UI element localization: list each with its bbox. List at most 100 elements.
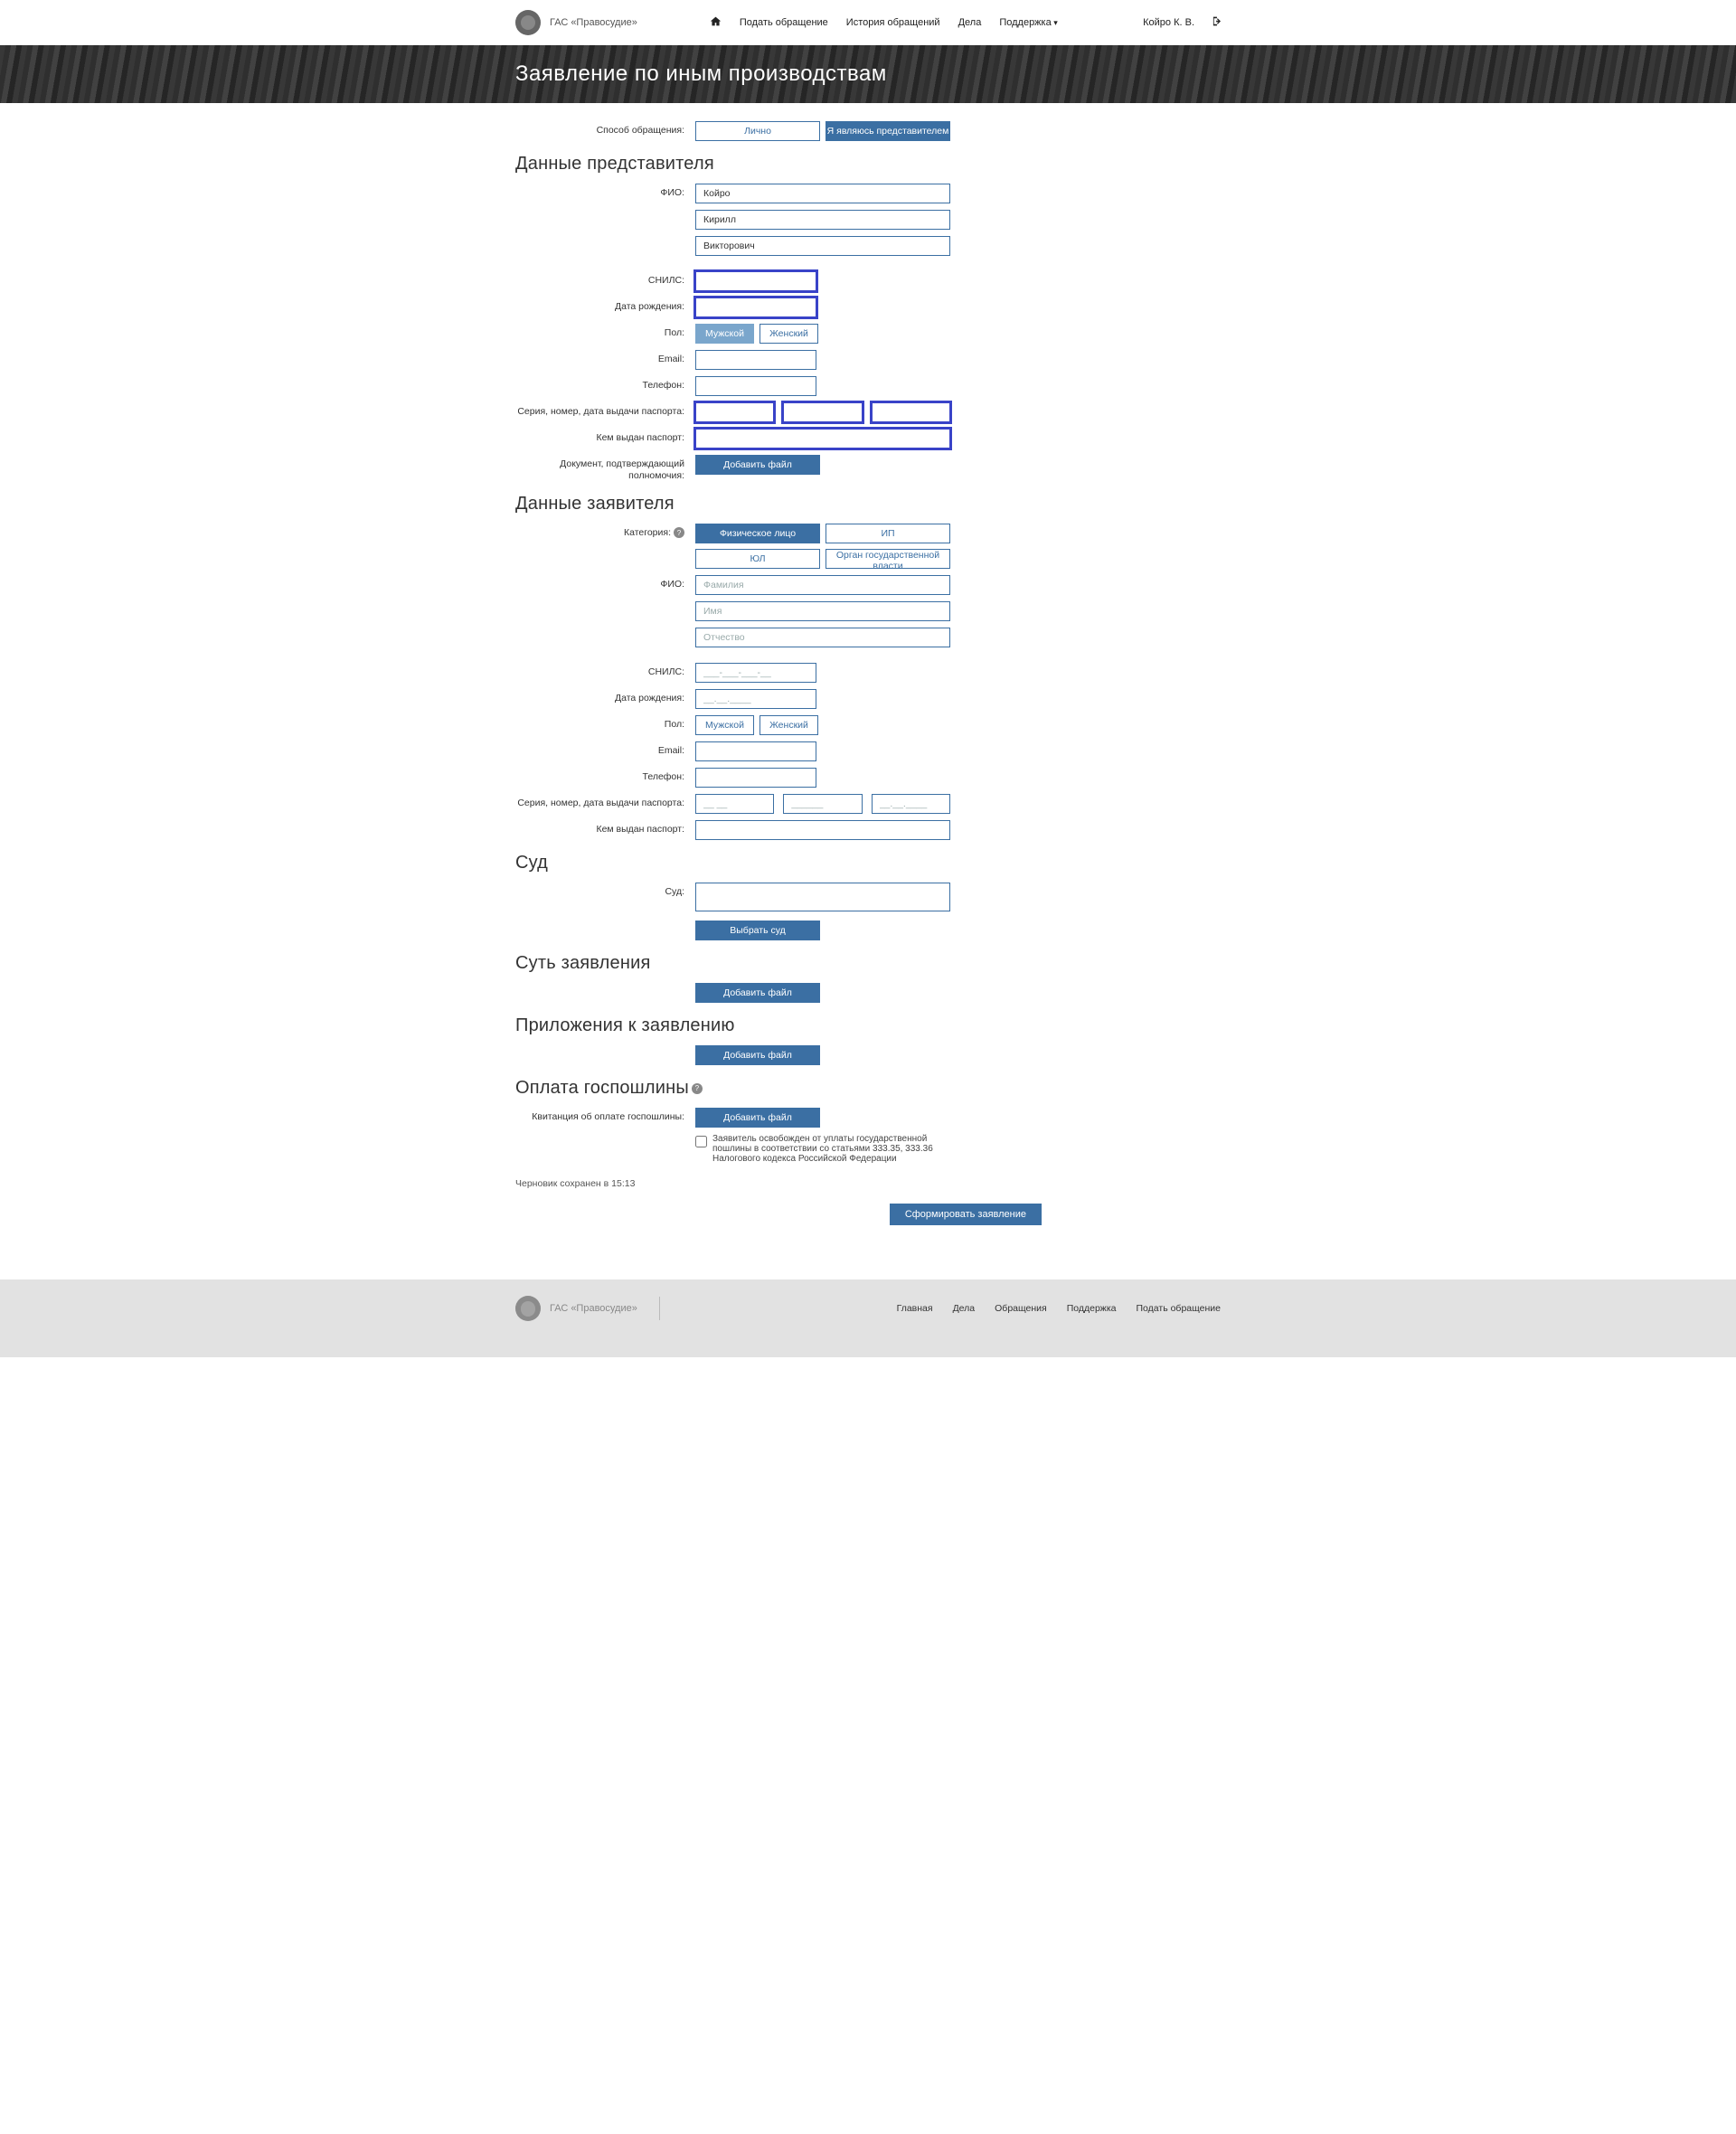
app-phone-input[interactable] [695,768,816,788]
rep-name [695,210,950,230]
method-representative[interactable]: Я являюсь представителем [826,121,950,141]
label-rep-phone: Телефон: [515,376,695,392]
fnav-cases[interactable]: Дела [953,1303,976,1314]
logo-block[interactable]: ГАС «Правосудие» [515,10,637,35]
fnav-submit[interactable]: Подать обращение [1137,1303,1222,1314]
cat-legal[interactable]: ЮЛ [695,549,820,569]
label-app-dob: Дата рождения: [515,689,695,704]
app-dob-input[interactable] [695,689,816,709]
cat-ip[interactable]: ИП [826,524,950,543]
app-pass-number[interactable] [783,794,862,814]
form: Cпособ обращения: Лично Я являюсь предст… [515,103,1221,1261]
rep-patronymic [695,236,950,256]
attach-add-file-button[interactable]: Добавить файл [695,1045,820,1065]
rep-pass-series[interactable] [695,402,774,422]
label-app-phone: Телефон: [515,768,695,783]
banner: Заявление по иным производствам [0,45,1736,103]
rep-pass-by-input[interactable] [695,429,950,449]
app-snils-input[interactable] [695,663,816,683]
label-app-pass-snd: Серия, номер, дата выдачи паспорта: [515,794,695,809]
label-rep-dob: Дата рождения: [515,297,695,313]
site-name: ГАС «Правосудие» [550,17,637,28]
header: ГАС «Правосудие» Подать обращение Истори… [0,0,1736,45]
footer: ГАС «Правосудие» Главная Дела Обращения … [0,1279,1736,1357]
label-receipt: Квитанция об оплате госпошлины: [515,1108,695,1123]
fee-add-file-button[interactable]: Добавить файл [695,1108,820,1128]
footer-site-name: ГАС «Правосудие» [550,1303,637,1314]
choose-court-button[interactable]: Выбрать суд [695,921,820,940]
label-app-email: Email: [515,741,695,757]
nav-support[interactable]: Поддержка [999,17,1057,28]
label-app-fio: ФИО: [515,575,695,590]
footer-nav: Главная Дела Обращения Поддержка Подать … [897,1303,1221,1314]
emblem-icon [515,10,541,35]
label-rep-fio: ФИО: [515,184,695,199]
rep-add-file-button[interactable]: Добавить файл [695,455,820,475]
nav-cases[interactable]: Дела [958,17,982,28]
label-method: Cпособ обращения: [515,121,695,137]
label-authority-doc: Документ, подтверждающий полномочия: [515,455,695,481]
submit-button[interactable]: Сформировать заявление [890,1204,1042,1225]
section-attachments: Приложения к заявлению [515,1015,1221,1036]
essence-add-file-button[interactable]: Добавить файл [695,983,820,1003]
rep-pass-number[interactable] [783,402,862,422]
rep-phone-input[interactable] [695,376,816,396]
label-category: Категория:? [515,524,695,539]
draft-saved: Черновик сохранен в 15:13 [515,1178,1221,1189]
label-app-snils: СНИЛС: [515,663,695,678]
help-icon[interactable]: ? [692,1083,703,1094]
app-gender-male[interactable]: Мужской [695,715,754,735]
fnav-support[interactable]: Поддержка [1067,1303,1117,1314]
page-title: Заявление по иным производствам [515,61,1221,87]
logout-icon [1209,15,1221,27]
method-personal[interactable]: Лично [695,121,820,141]
rep-pass-date[interactable] [872,402,950,422]
cat-individual[interactable]: Физическое лицо [695,524,820,543]
label-app-pass-by: Кем выдан паспорт: [515,820,695,836]
app-name-input[interactable] [695,601,950,621]
main-nav: Подать обращение История обращений Дела … [710,15,1058,30]
user-name[interactable]: Койро К. В. [1143,17,1194,28]
app-pass-by-input[interactable] [695,820,950,840]
cat-gov[interactable]: Орган государственной власти [826,549,950,569]
footer-logo[interactable]: ГАС «Правосудие» [515,1296,637,1321]
section-representative: Данные представителя [515,154,1221,175]
app-surname-input[interactable] [695,575,950,595]
label-rep-email: Email: [515,350,695,365]
rep-snils-input[interactable] [695,271,816,291]
rep-gender-male[interactable]: Мужской [695,324,754,344]
section-applicant: Данные заявителя [515,494,1221,515]
emblem-icon [515,1296,541,1321]
label-rep-gender: Пол: [515,324,695,339]
rep-surname [695,184,950,203]
label-rep-passport-by: Кем выдан паспорт: [515,429,695,444]
fee-exempt-label: Заявитель освобожден от уплаты государст… [712,1134,950,1164]
fee-exempt-checkbox[interactable] [695,1136,707,1147]
app-pass-date[interactable] [872,794,950,814]
fnav-home[interactable]: Главная [897,1303,933,1314]
nav-submit[interactable]: Подать обращение [740,17,828,28]
label-rep-snils: СНИЛС: [515,271,695,287]
home-icon [710,15,722,27]
app-patronymic-input[interactable] [695,628,950,647]
app-pass-series[interactable] [695,794,774,814]
app-gender-female[interactable]: Женский [760,715,818,735]
label-rep-passport-snd: Серия, номер, дата выдачи паспорта: [515,402,695,418]
rep-gender-female[interactable]: Женский [760,324,818,344]
nav-home[interactable] [710,15,722,30]
rep-email-input[interactable] [695,350,816,370]
nav-history[interactable]: История обращений [846,17,940,28]
footer-divider [659,1297,660,1320]
fee-exempt-row[interactable]: Заявитель освобожден от уплаты государст… [695,1134,950,1164]
logout-button[interactable] [1209,15,1221,30]
section-court: Суд [515,853,1221,873]
court-input[interactable] [695,883,950,911]
label-court: Суд: [515,883,695,898]
app-email-input[interactable] [695,741,816,761]
help-icon[interactable]: ? [674,527,684,538]
rep-dob-input[interactable] [695,297,816,317]
label-app-gender: Пол: [515,715,695,731]
section-fee: Оплата госпошлины? [515,1078,1221,1099]
fnav-appeals[interactable]: Обращения [995,1303,1047,1314]
section-essence: Суть заявления [515,953,1221,974]
